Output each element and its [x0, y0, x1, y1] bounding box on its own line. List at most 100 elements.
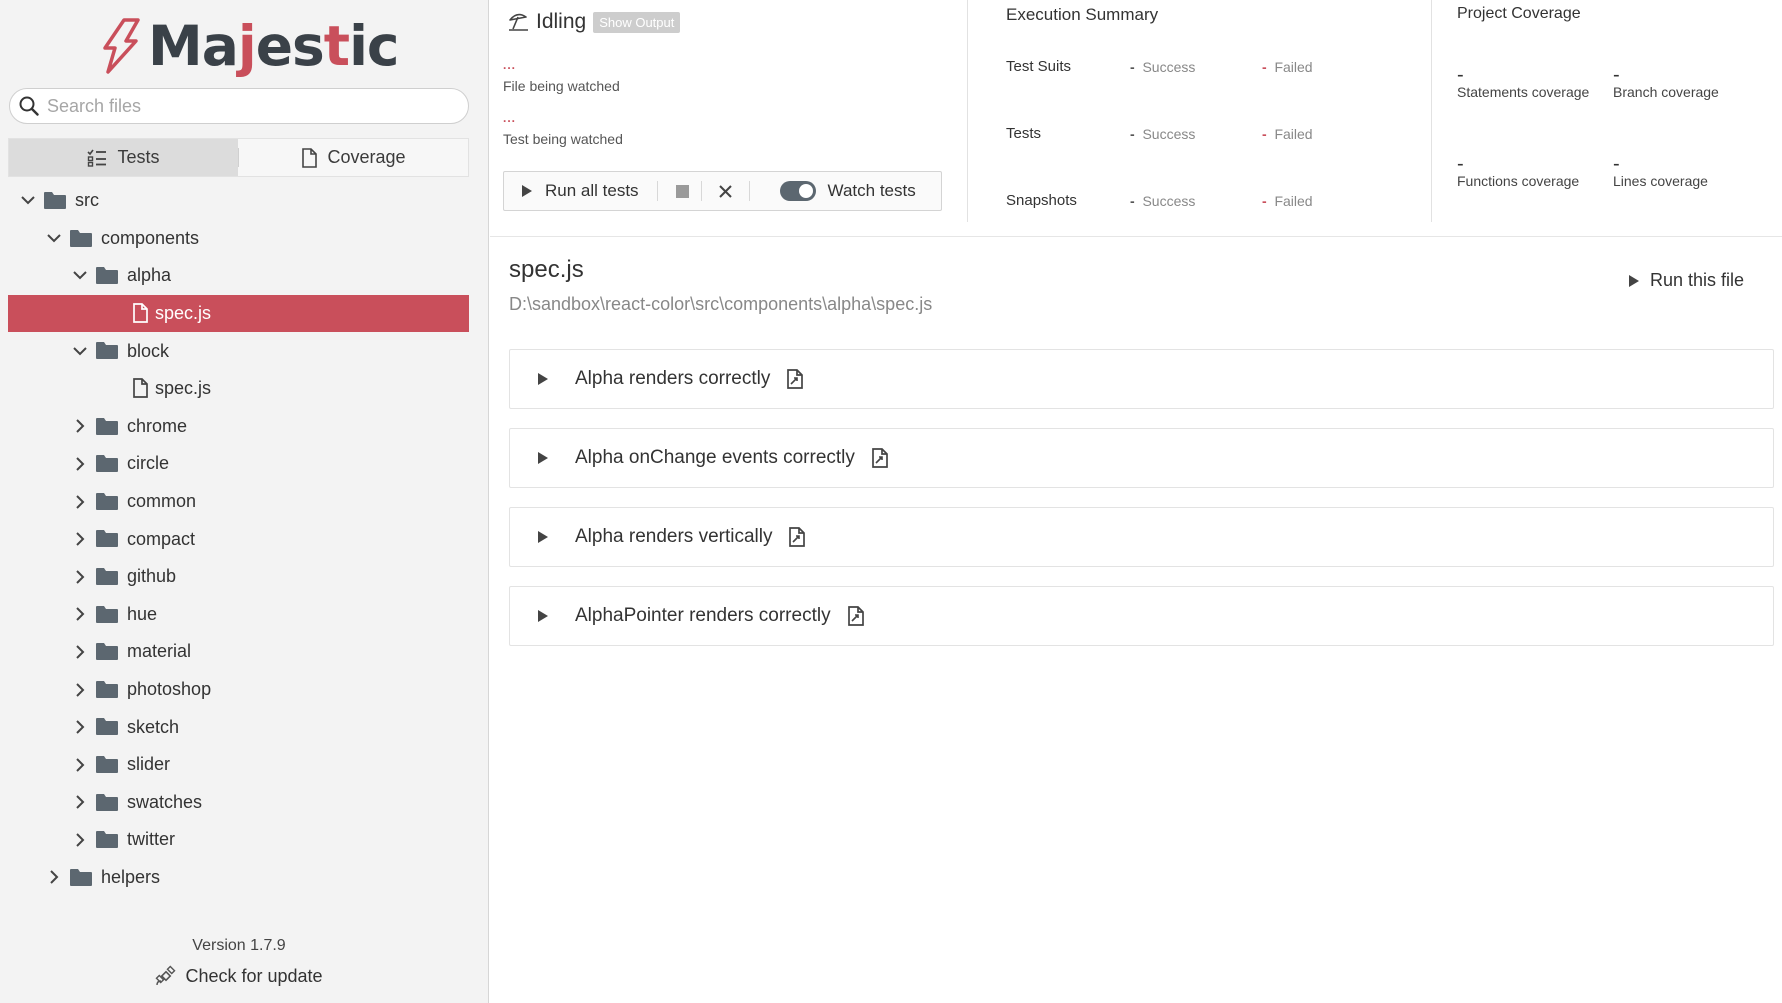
run-this-file-button[interactable]: Run this file: [1628, 270, 1744, 291]
folder-icon: [70, 868, 92, 891]
chevron-right-icon[interactable]: [73, 645, 87, 659]
chevron-right-icon[interactable]: [73, 607, 87, 622]
go-to-test-icon[interactable]: [770, 369, 804, 389]
tree-item-label: sketch: [127, 716, 180, 737]
file-icon: [132, 302, 148, 328]
test-watched-label: Test being watched: [503, 131, 623, 147]
tree-folder-compact[interactable]: compact: [0, 520, 489, 558]
test-watched-indicator: ...: [503, 111, 517, 125]
test-item[interactable]: Alpha onChange events correctly: [509, 428, 1774, 488]
chevron-right-icon[interactable]: [73, 795, 87, 810]
check-update-button[interactable]: Check for update: [0, 965, 478, 987]
tree-item-label: src: [75, 190, 99, 211]
tree-item-label: slider: [127, 754, 171, 775]
tree-item-label: alpha: [127, 265, 172, 286]
file-icon: [302, 147, 318, 168]
test-item[interactable]: Alpha renders correctly: [509, 349, 1774, 409]
tree-folder-block[interactable]: block: [0, 332, 489, 370]
search-input[interactable]: [47, 95, 447, 117]
expand-test-icon[interactable]: [537, 372, 549, 391]
chevron-right-icon[interactable]: [73, 494, 87, 509]
tree-folder-common[interactable]: common: [0, 483, 489, 521]
tasks-icon: [87, 149, 107, 167]
tree-folder-chrome[interactable]: chrome: [0, 408, 489, 446]
tree-folder-helpers[interactable]: helpers: [0, 859, 489, 897]
folder-icon: [44, 191, 66, 214]
tree-folder-github[interactable]: github: [0, 558, 489, 596]
expand-test-icon[interactable]: [537, 609, 549, 628]
tree-folder-twitter[interactable]: twitter: [0, 821, 489, 859]
tree-item-label: swatches: [127, 791, 203, 812]
test-name: Alpha onChange events correctly: [575, 447, 889, 469]
tree-file[interactable]: spec.js: [8, 294, 469, 333]
status-text: Idling: [536, 10, 587, 33]
show-output-button[interactable]: Show Output: [593, 11, 681, 33]
tree-folder-photoshop[interactable]: photoshop: [0, 671, 489, 709]
tree-folder-swatches[interactable]: swatches: [0, 784, 489, 822]
tree-file[interactable]: spec.js: [0, 370, 489, 408]
tree-folder-src[interactable]: src: [0, 182, 489, 220]
stop-button[interactable]: [675, 184, 689, 198]
tree-item-label: github: [127, 566, 177, 587]
folder-icon: [96, 417, 118, 440]
lines-coverage: - Lines coverage: [1613, 153, 1708, 189]
tree-folder-hue[interactable]: hue: [0, 596, 489, 634]
folder-icon: [96, 492, 118, 515]
file-path: D:\sandbox\react-color\src\components\al…: [509, 294, 933, 314]
tab-coverage[interactable]: Coverage: [239, 139, 468, 176]
test-name: AlphaPointer renders correctly: [575, 605, 865, 627]
tree-item-label: hue: [127, 603, 158, 624]
exec-row-name: Tests: [1006, 125, 1042, 142]
functions-coverage: - Functions coverage: [1457, 153, 1580, 189]
watch-tests-toggle[interactable]: Watch tests: [779, 181, 916, 201]
expand-test-icon[interactable]: [537, 451, 549, 470]
tree-item-label: spec.js: [155, 303, 212, 324]
watch-tests-label: Watch tests: [827, 181, 916, 200]
tree-folder-alpha[interactable]: alpha: [0, 257, 489, 295]
go-to-test-icon[interactable]: [855, 448, 889, 468]
tree-folder-material[interactable]: material: [0, 633, 489, 671]
close-button[interactable]: [718, 184, 732, 198]
test-item[interactable]: Alpha renders vertically: [509, 507, 1774, 567]
tree-folder-slider[interactable]: slider: [0, 746, 489, 784]
chevron-right-icon[interactable]: [73, 532, 87, 546]
exec-row-test-suits: Test Suits - Success - Failed: [1006, 58, 1386, 80]
search-icon: [19, 96, 39, 116]
chevron-right-icon[interactable]: [73, 682, 87, 697]
folder-icon: [96, 717, 118, 740]
chevron-right-icon[interactable]: [73, 570, 87, 584]
chevron-right-icon[interactable]: [73, 757, 87, 772]
test-name-label: AlphaPointer renders correctly: [575, 605, 831, 626]
tree-item-label: helpers: [101, 866, 161, 887]
header-divider: [490, 236, 1782, 237]
tree-folder-circle[interactable]: circle: [0, 445, 489, 483]
chevron-down-icon[interactable]: [47, 231, 61, 245]
chevron-down-icon[interactable]: [73, 269, 87, 283]
tree-folder-components[interactable]: components: [0, 220, 489, 258]
test-item[interactable]: AlphaPointer renders correctly: [509, 586, 1774, 646]
search-box: [9, 88, 469, 124]
chevron-down-icon[interactable]: [73, 344, 87, 358]
folder-icon: [96, 454, 118, 477]
run-all-button[interactable]: Run all tests: [521, 181, 639, 201]
tree-item-label: compact: [127, 528, 196, 549]
tree-folder-sketch[interactable]: sketch: [0, 708, 489, 746]
chevron-right-icon[interactable]: [73, 419, 87, 434]
chevron-right-icon[interactable]: [73, 833, 87, 847]
chevron-down-icon[interactable]: [21, 194, 35, 208]
tree-item-label: block: [127, 340, 170, 361]
toolbar-divider: [656, 181, 658, 201]
go-to-test-icon[interactable]: [831, 606, 865, 626]
status-panel: Idling Show Output ... File being watche…: [490, 0, 968, 236]
chevron-right-icon[interactable]: [73, 457, 87, 471]
expand-test-icon[interactable]: [537, 530, 549, 549]
watch-toggle-switch[interactable]: [779, 181, 816, 201]
exec-row-name: Test Suits: [1006, 58, 1072, 75]
chevron-right-icon[interactable]: [73, 720, 87, 734]
go-to-test-icon[interactable]: [772, 527, 806, 547]
file-title: spec.js: [509, 256, 584, 283]
chevron-right-icon[interactable]: [47, 870, 61, 885]
folder-icon: [96, 341, 118, 364]
tab-tests[interactable]: Tests: [9, 139, 238, 176]
file-tree: src components alpha spec.js block spec.js chr…: [0, 182, 489, 896]
